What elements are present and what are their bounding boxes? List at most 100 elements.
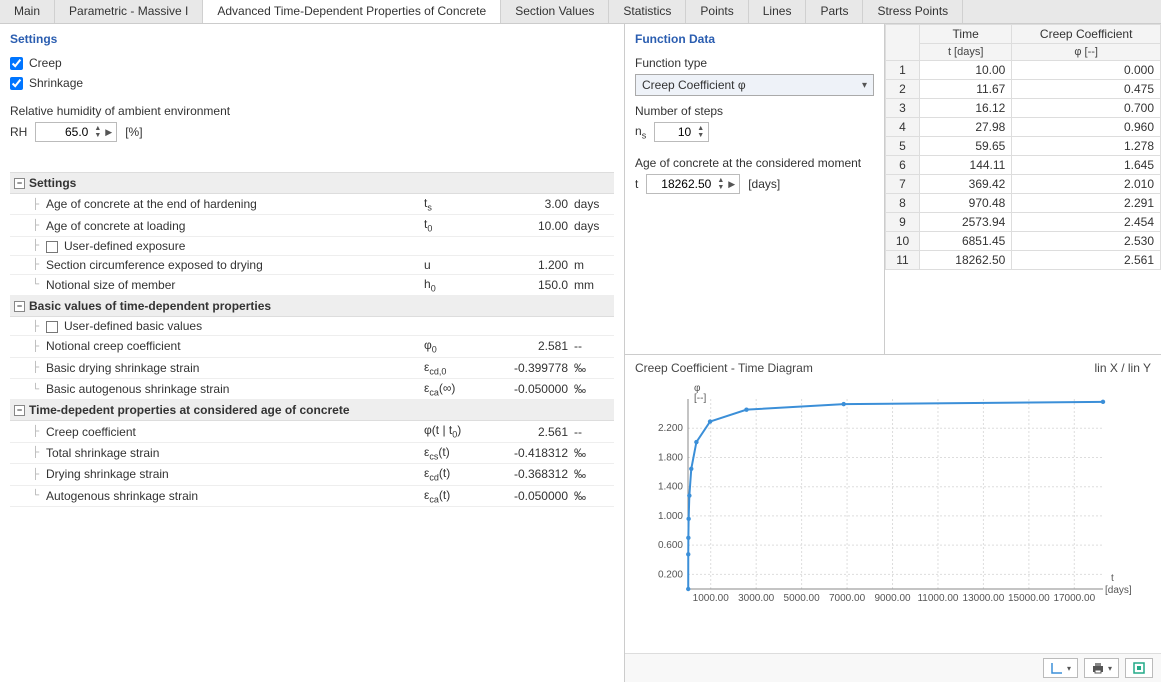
- rh-spin-buttons[interactable]: ▲▼: [94, 125, 101, 139]
- cell-creep: 2.010: [1012, 175, 1161, 194]
- creep-checkbox[interactable]: [10, 57, 23, 70]
- svg-text:13000.00: 13000.00: [963, 593, 1005, 604]
- pg-row[interactable]: └Notional size of memberh0150.0mm: [10, 275, 614, 296]
- rh-spinner[interactable]: ▲▼ ▶: [35, 122, 117, 142]
- checkbox-icon[interactable]: [46, 241, 58, 253]
- steps-spin-buttons[interactable]: ▲▼: [697, 125, 704, 139]
- pg-label: Notional creep coefficient: [46, 339, 424, 353]
- cell-time: 2573.94: [920, 213, 1012, 232]
- table-row[interactable]: 211.670.475: [886, 80, 1161, 99]
- table-row[interactable]: 92573.942.454: [886, 213, 1161, 232]
- print-button[interactable]: ▾: [1084, 658, 1119, 678]
- collapse-icon[interactable]: −: [14, 301, 25, 312]
- tab-section-values[interactable]: Section Values: [501, 0, 609, 23]
- pg-row[interactable]: ├Section circumference exposed to drying…: [10, 256, 614, 275]
- pg-label: Basic drying shrinkage strain: [46, 361, 424, 375]
- pg-row[interactable]: ├User-defined exposure: [10, 237, 614, 256]
- function-data-panel: Function Data Function type Creep Coeffi…: [625, 24, 885, 354]
- pg-group-header[interactable]: −Settings: [10, 173, 614, 194]
- pg-value: -0.418312: [484, 446, 574, 460]
- tab-parametric-massive-i[interactable]: Parametric - Massive I: [55, 0, 203, 23]
- pg-group-header[interactable]: −Basic values of time-dependent properti…: [10, 296, 614, 317]
- steps-label: Number of steps: [635, 104, 874, 118]
- tab-points[interactable]: Points: [686, 0, 748, 23]
- svg-text:1000.00: 1000.00: [693, 593, 730, 604]
- age-spinner[interactable]: ▲▼ ▶: [646, 174, 740, 194]
- checkbox-icon[interactable]: [46, 321, 58, 333]
- row-index: 8: [886, 194, 920, 213]
- export-button[interactable]: [1125, 658, 1153, 678]
- steps-spinner[interactable]: ▲▼: [654, 122, 709, 142]
- svg-text:3000.00: 3000.00: [738, 593, 775, 604]
- pg-row[interactable]: ├Creep coefficientφ(t | t0)2.561--: [10, 421, 614, 442]
- shrinkage-checkbox[interactable]: [10, 77, 23, 90]
- pg-symbol: εcd,0: [424, 360, 484, 376]
- rh-more-icon[interactable]: ▶: [105, 127, 112, 138]
- row-index: 2: [886, 80, 920, 99]
- pg-symbol: εca(t): [424, 488, 484, 504]
- pg-symbol: εcd(t): [424, 466, 484, 482]
- tab-bar: MainParametric - Massive IAdvanced Time-…: [0, 0, 1161, 24]
- pg-row[interactable]: ├Drying shrinkage strainεcd(t)-0.368312‰: [10, 464, 614, 485]
- cell-creep: 2.561: [1012, 251, 1161, 270]
- pg-row[interactable]: ├Total shrinkage strainεcs(t)-0.418312‰: [10, 443, 614, 464]
- pg-symbol: ts: [424, 196, 484, 212]
- pg-row[interactable]: └Basic autogenous shrinkage strainεca(∞)…: [10, 379, 614, 400]
- pg-unit: ‰: [574, 361, 614, 375]
- svg-text:9000.00: 9000.00: [874, 593, 911, 604]
- row-index: 7: [886, 175, 920, 194]
- pg-value: 1.200: [484, 258, 574, 272]
- table-row[interactable]: 1118262.502.561: [886, 251, 1161, 270]
- cell-time: 6851.45: [920, 232, 1012, 251]
- pg-row[interactable]: ├Age of concrete at loadingt010.00days: [10, 215, 614, 236]
- table-row[interactable]: 6144.111.645: [886, 156, 1161, 175]
- tab-lines[interactable]: Lines: [749, 0, 807, 23]
- table-row[interactable]: 106851.452.530: [886, 232, 1161, 251]
- table-row[interactable]: 559.651.278: [886, 137, 1161, 156]
- pg-row[interactable]: ├Age of concrete at the end of hardening…: [10, 194, 614, 215]
- age-more-icon[interactable]: ▶: [728, 179, 735, 190]
- row-index: 9: [886, 213, 920, 232]
- tab-stress-points[interactable]: Stress Points: [863, 0, 963, 23]
- function-type-dropdown[interactable]: Creep Coefficient φ ▾: [635, 74, 874, 96]
- tab-parts[interactable]: Parts: [806, 0, 863, 23]
- rh-input[interactable]: [40, 124, 90, 140]
- pg-row[interactable]: └Autogenous shrinkage strainεca(t)-0.050…: [10, 486, 614, 507]
- pg-row[interactable]: ├Notional creep coefficientφ02.581--: [10, 336, 614, 357]
- cell-time: 144.11: [920, 156, 1012, 175]
- table-row[interactable]: 110.000.000: [886, 61, 1161, 80]
- pg-row[interactable]: ├User-defined basic values: [10, 317, 614, 336]
- tab-advanced-time-dependent-properties-of-concrete[interactable]: Advanced Time-Dependent Properties of Co…: [203, 0, 501, 23]
- svg-text:1.800: 1.800: [658, 452, 683, 463]
- table-row[interactable]: 8970.482.291: [886, 194, 1161, 213]
- pg-unit: --: [574, 425, 614, 439]
- table-row[interactable]: 316.120.700: [886, 99, 1161, 118]
- table-row[interactable]: 427.980.960: [886, 118, 1161, 137]
- col-creep-sub: φ [--]: [1012, 44, 1161, 61]
- svg-text:1.400: 1.400: [658, 482, 683, 493]
- tab-main[interactable]: Main: [0, 0, 55, 23]
- svg-text:17000.00: 17000.00: [1053, 593, 1095, 604]
- svg-text:2.200: 2.200: [658, 423, 683, 434]
- pg-value: 10.00: [484, 219, 574, 233]
- pg-row[interactable]: ├Basic drying shrinkage strainεcd,0-0.39…: [10, 358, 614, 379]
- age-input[interactable]: [651, 176, 713, 192]
- cell-creep: 0.475: [1012, 80, 1161, 99]
- cell-creep: 1.278: [1012, 137, 1161, 156]
- collapse-icon[interactable]: −: [14, 178, 25, 189]
- steps-input[interactable]: [659, 124, 693, 140]
- pg-group-header[interactable]: −Time-depedent properties at considered …: [10, 400, 614, 421]
- cell-creep: 2.454: [1012, 213, 1161, 232]
- axes-button[interactable]: ▾: [1043, 658, 1078, 678]
- chart-title: Creep Coefficient - Time Diagram: [635, 361, 813, 375]
- age-spin-buttons[interactable]: ▲▼: [717, 177, 724, 191]
- col-time-header: Time: [920, 25, 1012, 44]
- pg-label: Section circumference exposed to drying: [46, 258, 424, 272]
- cell-creep: 0.700: [1012, 99, 1161, 118]
- data-table[interactable]: Time Creep Coefficient t [days] φ [--] 1…: [885, 24, 1161, 270]
- tab-statistics[interactable]: Statistics: [609, 0, 686, 23]
- rh-unit: [%]: [125, 125, 142, 139]
- table-row[interactable]: 7369.422.010: [886, 175, 1161, 194]
- rh-label: Relative humidity of ambient environment: [10, 104, 614, 118]
- collapse-icon[interactable]: −: [14, 405, 25, 416]
